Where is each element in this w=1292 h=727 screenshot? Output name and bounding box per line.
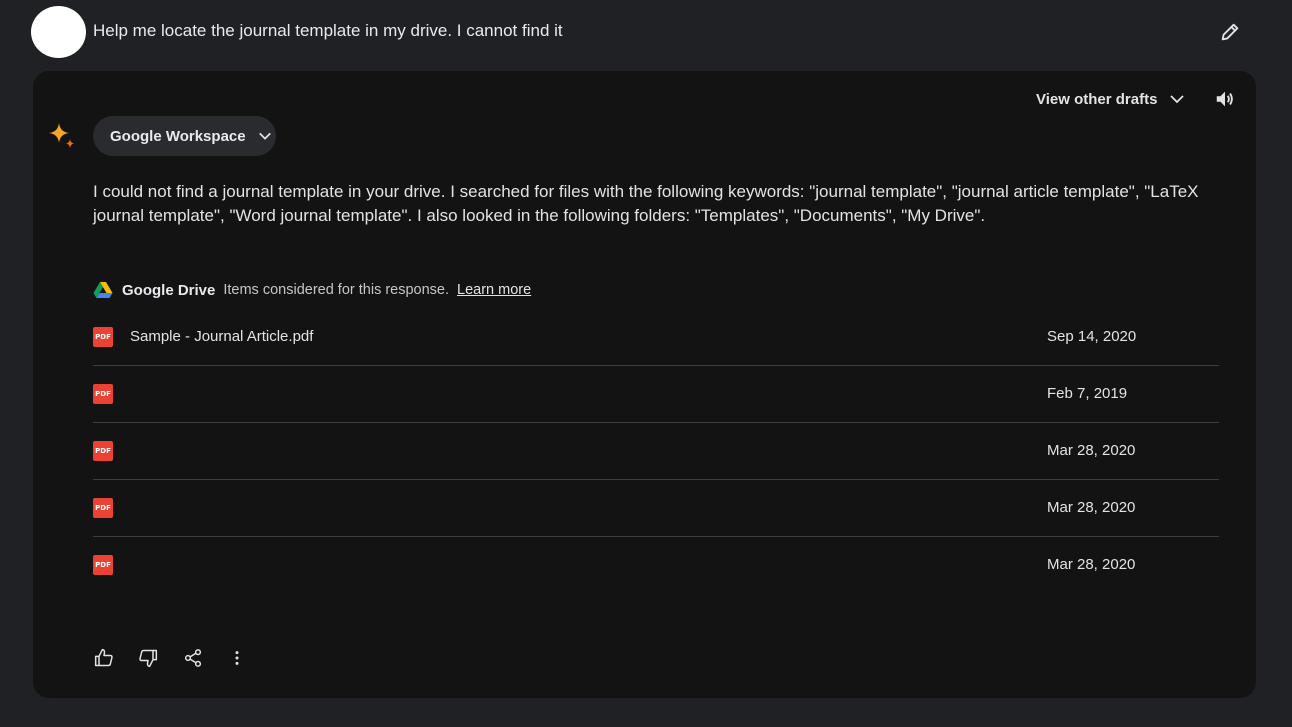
pdf-icon: PDF — [93, 498, 113, 518]
file-row[interactable]: PDF Mar 28, 2020 — [93, 423, 1219, 480]
file-date: Mar 28, 2020 — [1047, 442, 1136, 459]
response-text: I could not find a journal template in y… — [93, 182, 1199, 225]
file-row[interactable]: PDF Feb 7, 2019 — [93, 366, 1219, 423]
file-row[interactable]: PDF Sample - Journal Article.pdf Sep 14,… — [93, 309, 1219, 366]
file-date: Mar 28, 2020 — [1047, 556, 1136, 573]
file-date: Mar 28, 2020 — [1047, 499, 1136, 516]
view-drafts-label: View other drafts — [1036, 90, 1158, 108]
more-vert-icon — [235, 651, 239, 665]
read-aloud-button[interactable] — [1212, 86, 1238, 112]
share-icon — [184, 649, 202, 667]
source-note: Items considered for this response. — [223, 282, 450, 298]
response-card: View other drafts Google Workspace I cou… — [33, 71, 1256, 698]
google-drive-icon — [93, 282, 113, 298]
edit-query-button[interactable] — [1216, 18, 1244, 46]
file-row[interactable]: PDF Mar 28, 2020 — [93, 537, 1219, 593]
sources-header: Google Drive Items considered for this r… — [93, 279, 793, 301]
pencil-icon — [1221, 23, 1239, 41]
learn-more-link[interactable]: Learn more — [457, 282, 531, 298]
more-options-button[interactable] — [226, 647, 248, 669]
thumbs-down-button[interactable] — [137, 647, 159, 669]
pdf-icon: PDF — [93, 384, 113, 404]
view-other-drafts-button[interactable]: View other drafts — [1036, 87, 1185, 111]
thumbs-up-icon — [94, 648, 113, 667]
file-date: Sep 14, 2020 — [1047, 328, 1137, 345]
chevron-down-icon — [258, 132, 271, 140]
sparkle-icon — [49, 123, 74, 148]
source-name: Google Drive — [122, 281, 216, 299]
pdf-icon: PDF — [93, 441, 113, 461]
user-query-text: Help me locate the journal template in m… — [93, 21, 563, 40]
thumbs-down-icon — [139, 649, 158, 668]
pdf-icon: PDF — [93, 555, 113, 575]
file-row[interactable]: PDF Mar 28, 2020 — [93, 480, 1219, 537]
file-list: PDF Sample - Journal Article.pdf Sep 14,… — [93, 309, 1219, 593]
file-date: Feb 7, 2019 — [1047, 385, 1128, 402]
thumbs-up-button[interactable] — [93, 647, 115, 669]
share-button[interactable] — [182, 647, 204, 669]
workspace-chip-label: Google Workspace — [110, 127, 246, 145]
file-name: Sample - Journal Article.pdf — [130, 328, 314, 345]
chevron-down-icon — [1170, 95, 1185, 104]
google-workspace-chip[interactable]: Google Workspace — [93, 116, 276, 156]
avatar — [31, 6, 86, 58]
pdf-icon: PDF — [93, 327, 113, 347]
speaker-icon — [1216, 91, 1233, 107]
user-query-row: Help me locate the journal template in m… — [31, 6, 1261, 58]
